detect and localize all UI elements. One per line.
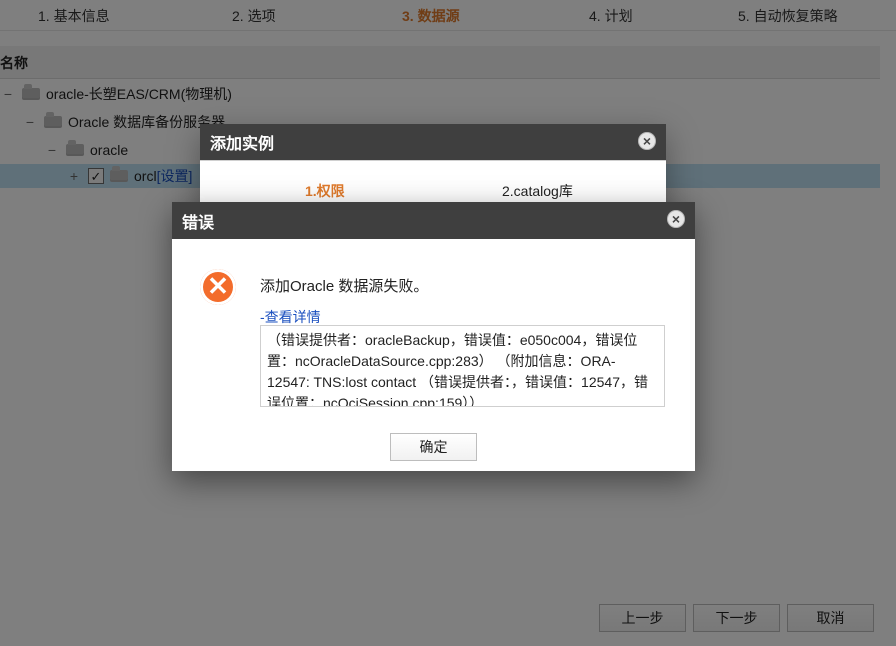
folder-icon xyxy=(22,84,40,100)
error-content: ✕ 添加Oracle 数据源失败。 -查看详情 （错误提供者：oracleBac… xyxy=(172,239,695,471)
cancel-button[interactable]: 取消 xyxy=(787,604,874,632)
close-circle-icon[interactable]: × xyxy=(667,210,685,228)
tree-node-oracle-backup-server[interactable]: − Oracle 数据库备份服务器 xyxy=(22,110,225,134)
tree-node-label: oracle xyxy=(90,142,129,158)
error-titlebar: 错误 × xyxy=(172,202,695,239)
tab-catalog-db[interactable]: 2.catalog库 xyxy=(502,181,573,201)
folder-icon xyxy=(110,166,128,182)
tree-toggle-collapse[interactable]: − xyxy=(0,86,16,102)
previous-step-button[interactable]: 上一步 xyxy=(599,604,686,632)
error-title: 错误 xyxy=(182,214,215,232)
tree-node-oracle[interactable]: − oracle xyxy=(44,138,128,162)
error-message: 添加Oracle 数据源失败。 xyxy=(260,278,429,295)
tree-toggle-expand[interactable]: + xyxy=(66,168,82,184)
next-step-button[interactable]: 下一步 xyxy=(693,604,780,632)
step-basic-info[interactable]: 1. 基本信息 xyxy=(38,6,110,26)
checkbox-checked-icon[interactable]: ✓ xyxy=(88,168,104,184)
add-instance-titlebar: 添加实例 × xyxy=(200,124,666,160)
tab-permissions[interactable]: 1.权限 xyxy=(305,181,345,201)
folder-icon xyxy=(66,140,84,156)
step-schedule[interactable]: 4. 计划 xyxy=(589,6,633,26)
tree-header-name: 名称 xyxy=(0,55,28,71)
error-x-circle-icon: ✕ xyxy=(200,269,236,305)
wizard-steps: 1. 基本信息 2. 选项 3. 数据源 4. 计划 5. 自动恢复策略 xyxy=(0,0,896,31)
orcl-settings-link[interactable]: [设置] xyxy=(157,166,193,186)
error-dialog: 错误 × ✕ 添加Oracle 数据源失败。 -查看详情 （错误提供者：orac… xyxy=(172,202,695,471)
ok-button[interactable]: 确定 xyxy=(390,433,477,461)
step-data-source[interactable]: 3. 数据源 xyxy=(402,6,460,26)
view-details-link[interactable]: -查看详情 xyxy=(260,307,321,327)
tree-node-label: oracle-长塑EAS/CRM(物理机) xyxy=(46,86,232,102)
step-auto-recovery[interactable]: 5. 自动恢复策略 xyxy=(738,6,838,26)
error-details-box: （错误提供者：oracleBackup，错误值：e050c004，错误位置：nc… xyxy=(260,325,665,407)
tree-node-label: orcl xyxy=(134,168,157,184)
error-x-glyph: ✕ xyxy=(207,271,229,301)
tree-header: 名称 xyxy=(0,46,880,79)
close-circle-icon[interactable]: × xyxy=(638,132,656,150)
folder-icon xyxy=(44,112,62,128)
tree-toggle-collapse[interactable]: − xyxy=(44,142,60,158)
add-instance-title: 添加实例 xyxy=(210,136,275,153)
tree-node-oracle-physical[interactable]: − oracle-长塑EAS/CRM(物理机) xyxy=(0,82,232,106)
step-options[interactable]: 2. 选项 xyxy=(232,6,276,26)
tree-toggle-collapse[interactable]: − xyxy=(22,114,38,130)
